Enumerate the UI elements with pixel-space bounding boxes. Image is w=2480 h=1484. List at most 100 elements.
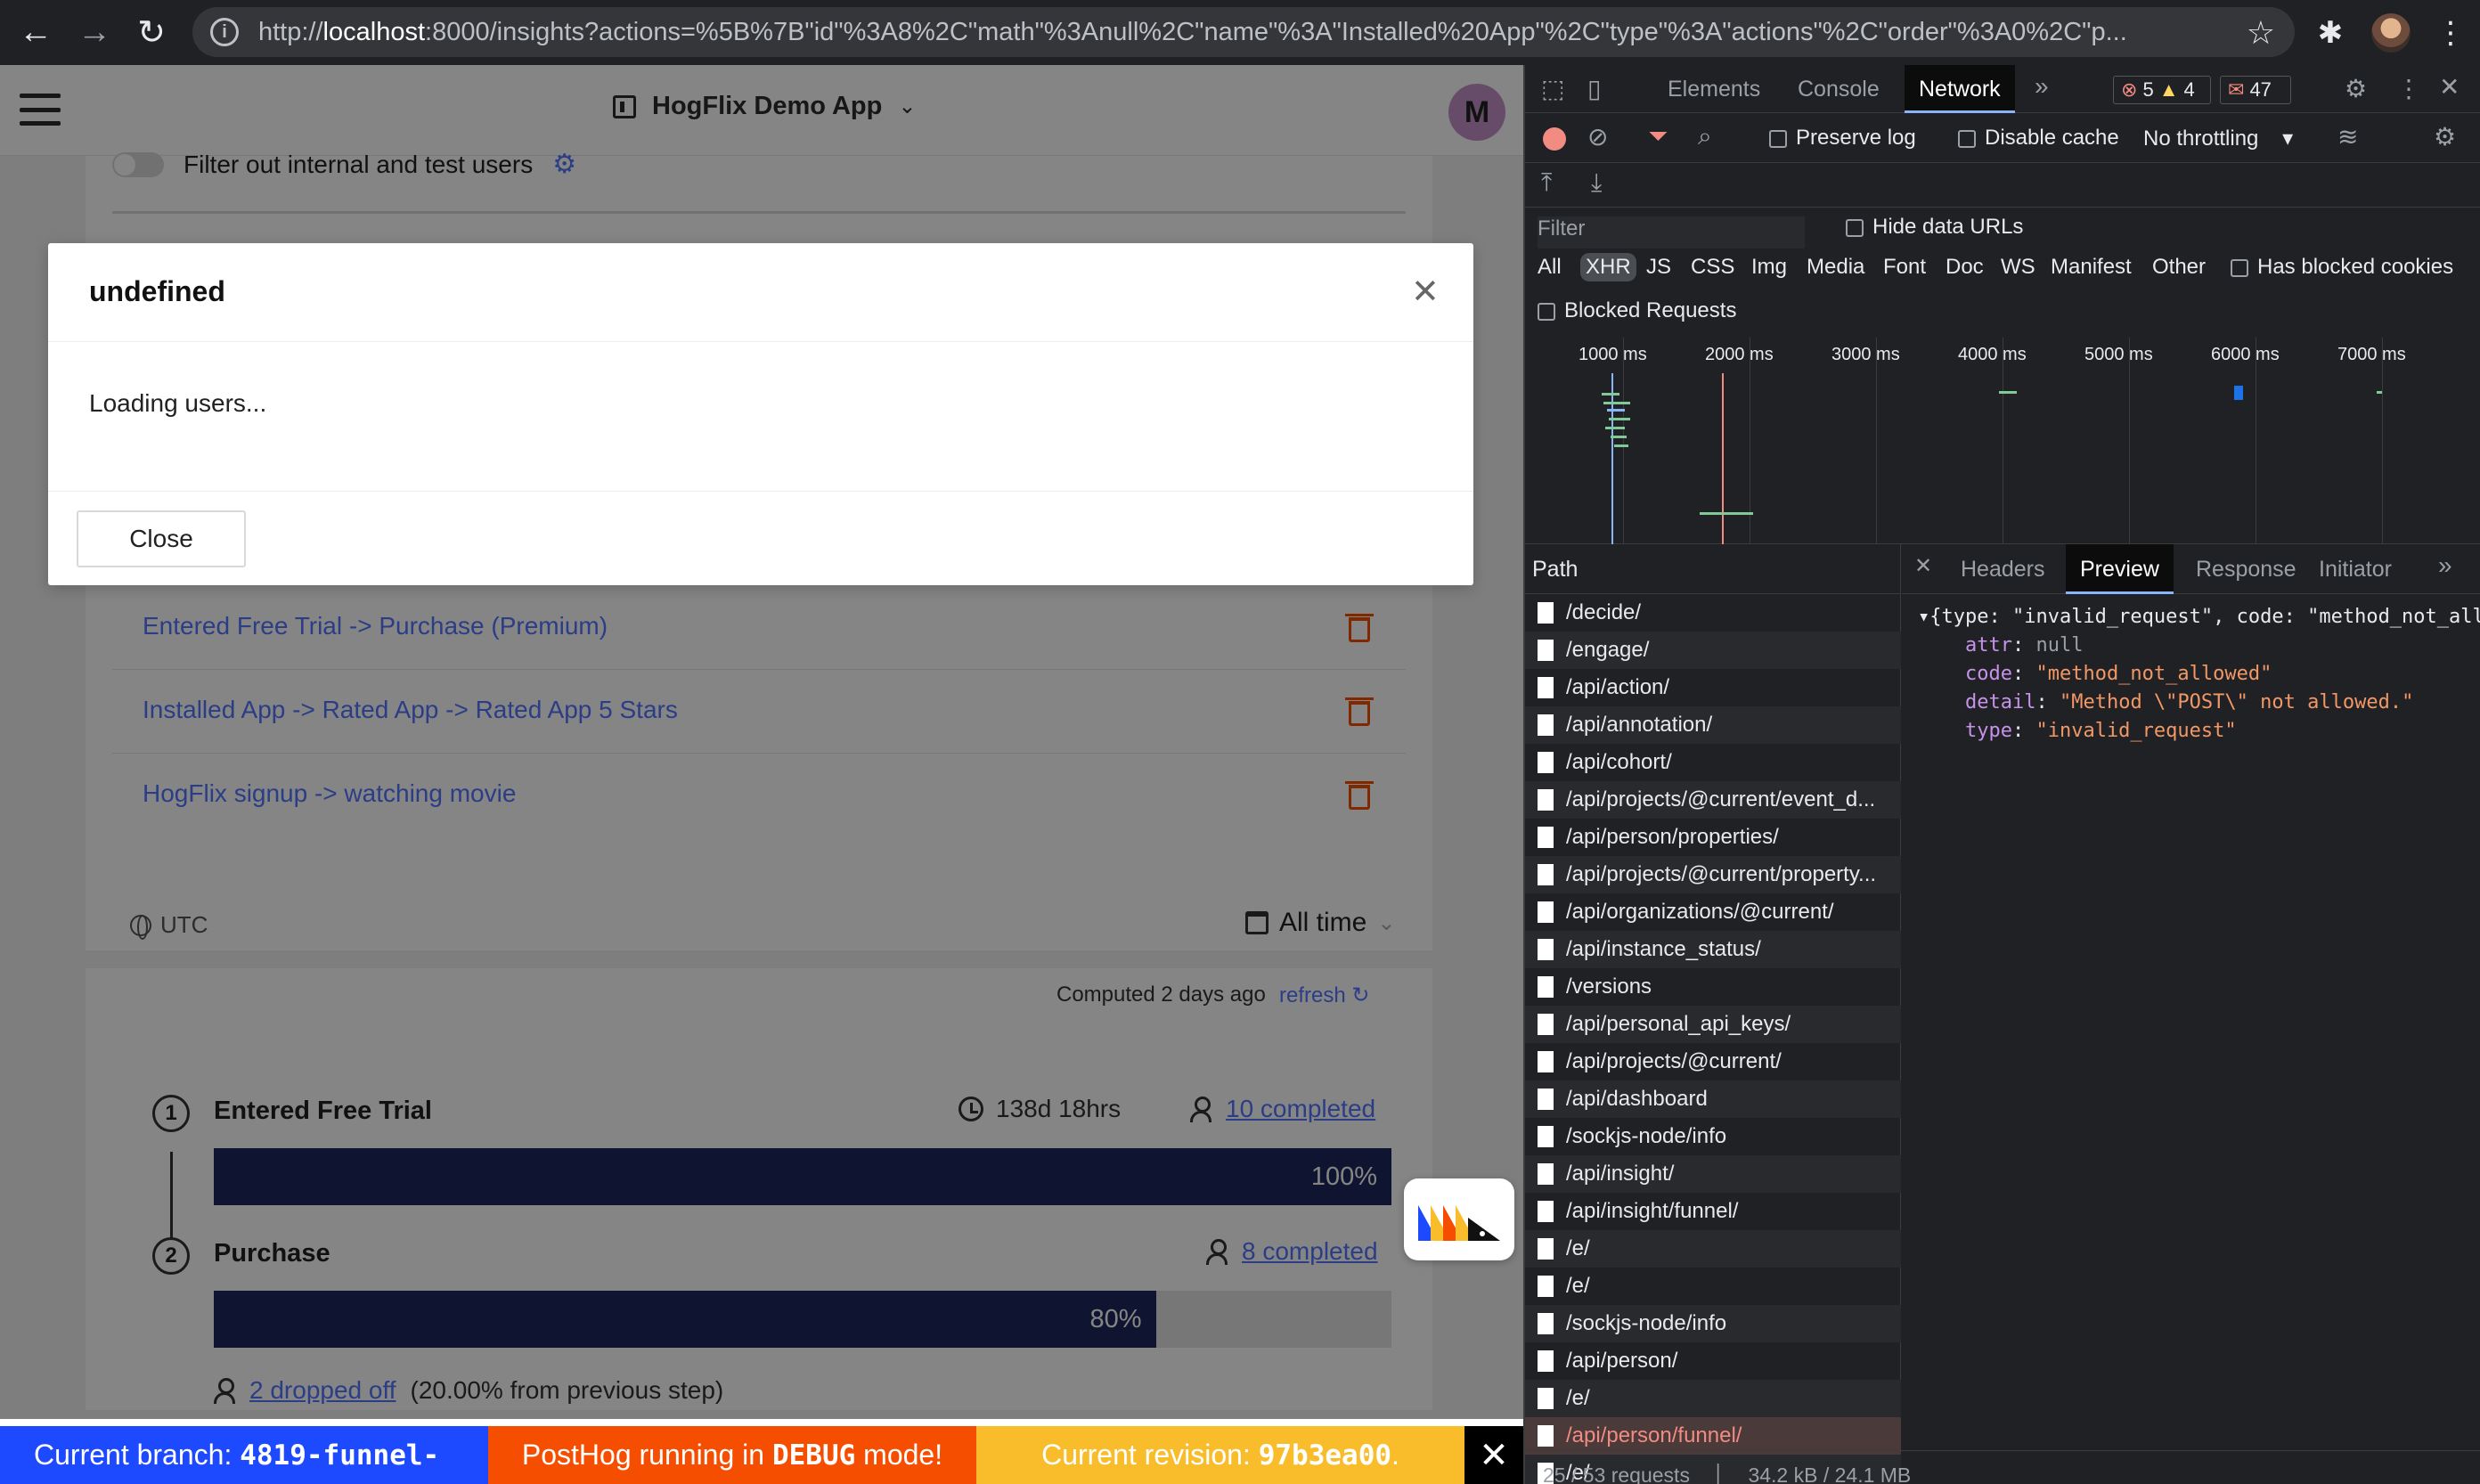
request-path: /api/cohort/: [1566, 750, 1672, 774]
request-row[interactable]: /api/dashboard: [1525, 1080, 1901, 1118]
bookmark-star-icon[interactable]: ☆: [2247, 14, 2275, 52]
request-row[interactable]: /sockjs-node/info: [1525, 1118, 1901, 1155]
request-row[interactable]: /api/annotation/: [1525, 706, 1901, 744]
request-row[interactable]: /e/: [1525, 1230, 1901, 1268]
request-row[interactable]: /api/personal_api_keys/: [1525, 1006, 1901, 1043]
file-icon: [1538, 827, 1554, 848]
messages-badge[interactable]: ✉ 47: [2220, 76, 2291, 104]
type-filter-img[interactable]: Img: [1751, 255, 1787, 280]
request-row[interactable]: /api/person/funnel/: [1525, 1417, 1901, 1455]
path-column-header[interactable]: Path: [1525, 544, 1901, 594]
close-icon[interactable]: ✕: [1411, 272, 1440, 312]
request-path: /api/instance_status/: [1566, 937, 1761, 961]
request-row[interactable]: /api/cohort/: [1525, 744, 1901, 781]
device-toolbar-icon[interactable]: ▯: [1587, 74, 1601, 103]
gear-icon[interactable]: ⚙: [2345, 74, 2367, 103]
tab-network[interactable]: Network: [1905, 65, 2015, 113]
tab-response[interactable]: Response: [2196, 544, 2296, 594]
extensions-puzzle-icon[interactable]: ✱: [2314, 16, 2346, 50]
filter-icon[interactable]: ⏷: [1648, 122, 1668, 151]
inspect-element-icon[interactable]: ⬚: [1541, 74, 1564, 103]
request-path: /sockjs-node/info: [1566, 1311, 1727, 1335]
more-tabs-icon[interactable]: »: [2035, 72, 2049, 101]
import-har-icon[interactable]: ⤒: [1541, 168, 1552, 198]
disable-cache-checkbox[interactable]: Disable cache: [1958, 126, 2119, 151]
close-button[interactable]: Close: [77, 510, 246, 567]
tab-elements[interactable]: Elements: [1668, 65, 1760, 113]
request-row[interactable]: /e/: [1525, 1380, 1901, 1417]
type-filter-all[interactable]: All: [1538, 255, 1562, 280]
search-icon[interactable]: ⌕: [1698, 122, 1712, 151]
filter-input[interactable]: Filter: [1538, 216, 1805, 249]
network-conditions-icon[interactable]: ≋: [2337, 122, 2358, 151]
request-row[interactable]: /e/: [1525, 1268, 1901, 1305]
export-har-icon[interactable]: ⤓: [1591, 168, 1602, 198]
throttling-select[interactable]: No throttling ▾: [2143, 126, 2293, 151]
request-row[interactable]: /api/person/: [1525, 1342, 1901, 1380]
tab-console[interactable]: Console: [1798, 65, 1880, 113]
tab-headers[interactable]: Headers: [1961, 544, 2045, 594]
reload-icon[interactable]: ↻: [125, 5, 178, 59]
request-path: /sockjs-node/info: [1566, 1124, 1727, 1148]
request-path: /versions: [1566, 974, 1652, 999]
request-row[interactable]: /api/insight/: [1525, 1155, 1901, 1193]
posthog-logo-icon: [1418, 1205, 1500, 1241]
type-filter-font[interactable]: Font: [1883, 255, 1926, 280]
file-icon: [1538, 1014, 1554, 1035]
json-expand-icon[interactable]: ▾: [1918, 606, 1929, 628]
file-icon: [1538, 1276, 1554, 1297]
tab-preview[interactable]: Preview: [2066, 544, 2174, 594]
request-row[interactable]: /api/organizations/@current/: [1525, 893, 1901, 931]
address-bar[interactable]: i http://localhost:8000/insights?actions…: [192, 7, 2295, 57]
request-row[interactable]: /versions: [1525, 968, 1901, 1006]
request-path: /engage/: [1566, 638, 1650, 662]
type-filter-media[interactable]: Media: [1807, 255, 1864, 280]
hide-data-urls-checkbox[interactable]: Hide data URLs: [1846, 215, 2023, 240]
type-filter-js[interactable]: JS: [1646, 255, 1671, 280]
request-row[interactable]: /api/action/: [1525, 669, 1901, 706]
browser-menu-icon[interactable]: ⋮: [2435, 15, 2466, 51]
request-row[interactable]: /engage/: [1525, 632, 1901, 669]
tab-initiator[interactable]: Initiator: [2319, 544, 2392, 594]
forward-icon[interactable]: →: [68, 5, 121, 59]
request-row[interactable]: /api/projects/@current/event_d...: [1525, 781, 1901, 819]
record-icon[interactable]: [1543, 127, 1566, 151]
posthog-toolbar-badge[interactable]: [1404, 1178, 1514, 1260]
clear-icon[interactable]: ⊘: [1587, 122, 1608, 151]
type-filter-other[interactable]: Other: [2152, 255, 2206, 280]
profile-avatar[interactable]: [2371, 12, 2411, 53]
back-icon[interactable]: ←: [9, 5, 62, 59]
type-filter-css[interactable]: CSS: [1691, 255, 1734, 280]
preserve-log-checkbox[interactable]: Preserve log: [1769, 126, 1916, 151]
network-timeline-overview[interactable]: 1000 ms 2000 ms 3000 ms 4000 ms 5000 ms …: [1525, 338, 2480, 544]
devtools-menu-icon[interactable]: ⋮: [2396, 74, 2421, 103]
close-icon[interactable]: ✕: [1914, 553, 1932, 579]
json-preview: ▾{type: "invalid_request", code: "method…: [1918, 603, 2480, 746]
request-row[interactable]: /api/insight/funnel/: [1525, 1193, 1901, 1230]
site-info-icon[interactable]: i: [210, 18, 239, 46]
request-path: /api/person/properties/: [1566, 825, 1779, 849]
request-path: /api/projects/@current/property...: [1566, 862, 1877, 886]
file-icon: [1538, 714, 1554, 736]
request-row[interactable]: /api/person/properties/: [1525, 819, 1901, 856]
blocked-requests-checkbox[interactable]: Blocked Requests: [1538, 298, 1736, 323]
users-modal: undefined ✕ Loading users... Close: [48, 243, 1473, 585]
issues-badge[interactable]: ⊗ 5 ▲ 4: [2113, 76, 2211, 104]
gear-icon[interactable]: ⚙: [2434, 122, 2456, 151]
network-toolbar: ⊘ ⏷ ⌕ Preserve log Disable cache No thro…: [1525, 113, 2480, 163]
request-row[interactable]: /api/projects/@current/property...: [1525, 856, 1901, 893]
has-blocked-cookies-checkbox[interactable]: Has blocked cookies: [2231, 255, 2453, 280]
request-row[interactable]: /api/projects/@current/: [1525, 1043, 1901, 1080]
url-text[interactable]: http://localhost:8000/insights?actions=%…: [258, 18, 2218, 47]
close-icon[interactable]: ✕: [2439, 72, 2460, 102]
more-tabs-icon[interactable]: »: [2438, 551, 2452, 580]
type-filter-xhr[interactable]: XHR: [1580, 253, 1636, 281]
type-filter-ws[interactable]: WS: [2001, 255, 2035, 280]
request-row[interactable]: /decide/: [1525, 594, 1901, 632]
type-filter-doc[interactable]: Doc: [1946, 255, 1984, 280]
modal-body-text: Loading users...: [89, 389, 267, 417]
request-row[interactable]: /sockjs-node/info: [1525, 1305, 1901, 1342]
type-filter-manifest[interactable]: Manifest: [2051, 255, 2132, 280]
close-banner-button[interactable]: ✕: [1464, 1426, 1523, 1484]
request-row[interactable]: /api/instance_status/: [1525, 931, 1901, 968]
